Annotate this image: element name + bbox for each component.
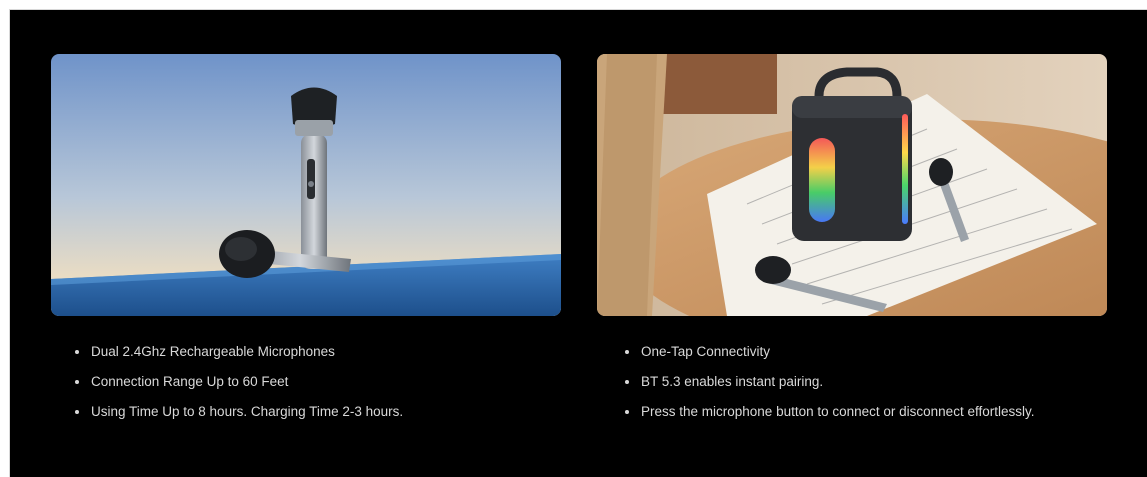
karaoke-speaker-illustration [597,54,1107,316]
feature-section: Dual 2.4Ghz Rechargeable Microphones Con… [9,9,1147,477]
feature-item: One-Tap Connectivity [625,342,1034,372]
feature-item: BT 5.3 enables instant pairing. [625,372,1034,402]
feature-item: Using Time Up to 8 hours. Charging Time … [75,402,403,432]
wireless-microphones-illustration [51,54,561,316]
left-feature-list: Dual 2.4Ghz Rechargeable Microphones Con… [75,342,403,432]
feature-item: Press the microphone button to connect o… [625,402,1034,432]
right-feature-list: One-Tap Connectivity BT 5.3 enables inst… [625,342,1034,432]
karaoke-speaker-image [597,54,1107,316]
feature-item: Connection Range Up to 60 Feet [75,372,403,402]
feature-item: Dual 2.4Ghz Rechargeable Microphones [75,342,403,372]
wireless-microphones-image [51,54,561,316]
